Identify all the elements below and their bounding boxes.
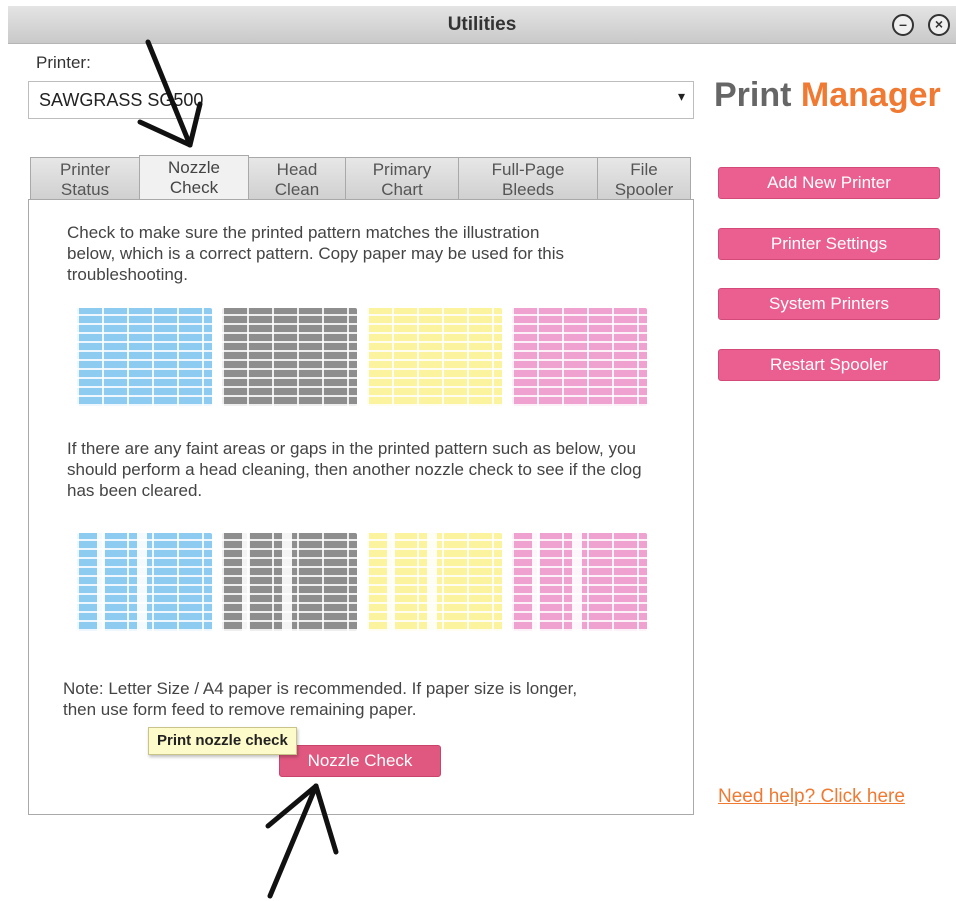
nozzle-check-panel: Check to make sure the printed pattern m…: [28, 199, 694, 815]
tab-file-spooler[interactable]: File Spooler: [597, 157, 691, 201]
printer-select[interactable]: SAWGRASS SG500 ▾: [28, 81, 694, 119]
add-new-printer-button[interactable]: Add New Printer: [718, 167, 940, 199]
tab-head-clean[interactable]: Head Clean: [248, 157, 346, 201]
cyan-pattern: [77, 308, 212, 406]
help-link[interactable]: Need help? Click here: [718, 786, 905, 808]
print-manager-logo: Print Manager: [714, 76, 941, 115]
printer-select-value: SAWGRASS SG500: [39, 90, 204, 110]
window-title: Utilities: [447, 14, 517, 35]
correct-pattern: [77, 308, 647, 406]
magenta-clogged-pattern: [512, 533, 647, 631]
magenta-pattern: [512, 308, 647, 406]
tab-primary-chart[interactable]: Primary Chart: [345, 157, 459, 201]
print-nozzle-check-tooltip: Print nozzle check: [148, 727, 297, 755]
logo-print: Print: [714, 76, 792, 114]
system-printers-button[interactable]: System Printers: [718, 288, 940, 320]
cyan-clogged-pattern: [77, 533, 212, 631]
minimize-icon[interactable]: –: [892, 14, 914, 36]
logo-manager: Manager: [800, 76, 941, 114]
printer-settings-button[interactable]: Printer Settings: [718, 228, 940, 260]
yellow-pattern: [367, 308, 502, 406]
printer-label: Printer:: [36, 53, 91, 72]
close-icon[interactable]: ×: [928, 14, 950, 36]
paper-note: Note: Letter Size / A4 paper is recommen…: [63, 679, 578, 719]
title-bar: Utilities – ×: [8, 6, 956, 44]
black-pattern: [222, 308, 357, 406]
clogged-pattern: [77, 533, 647, 631]
yellow-clogged-pattern: [367, 533, 502, 631]
chevron-down-icon[interactable]: ▾: [678, 88, 685, 105]
utilities-tabs: Printer Status Nozzle Check Head Clean P…: [30, 155, 692, 201]
faint-areas-text: If there are any faint areas or gaps in …: [67, 439, 642, 500]
nozzle-check-button[interactable]: Nozzle Check: [279, 745, 441, 777]
restart-spooler-button[interactable]: Restart Spooler: [718, 349, 940, 381]
intro-text: Check to make sure the printed pattern m…: [67, 223, 565, 284]
tab-nozzle-check[interactable]: Nozzle Check: [139, 155, 249, 201]
tab-full-page-bleeds[interactable]: Full-Page Bleeds: [458, 157, 598, 201]
tab-printer-status[interactable]: Printer Status: [30, 157, 140, 201]
black-clogged-pattern: [222, 533, 357, 631]
